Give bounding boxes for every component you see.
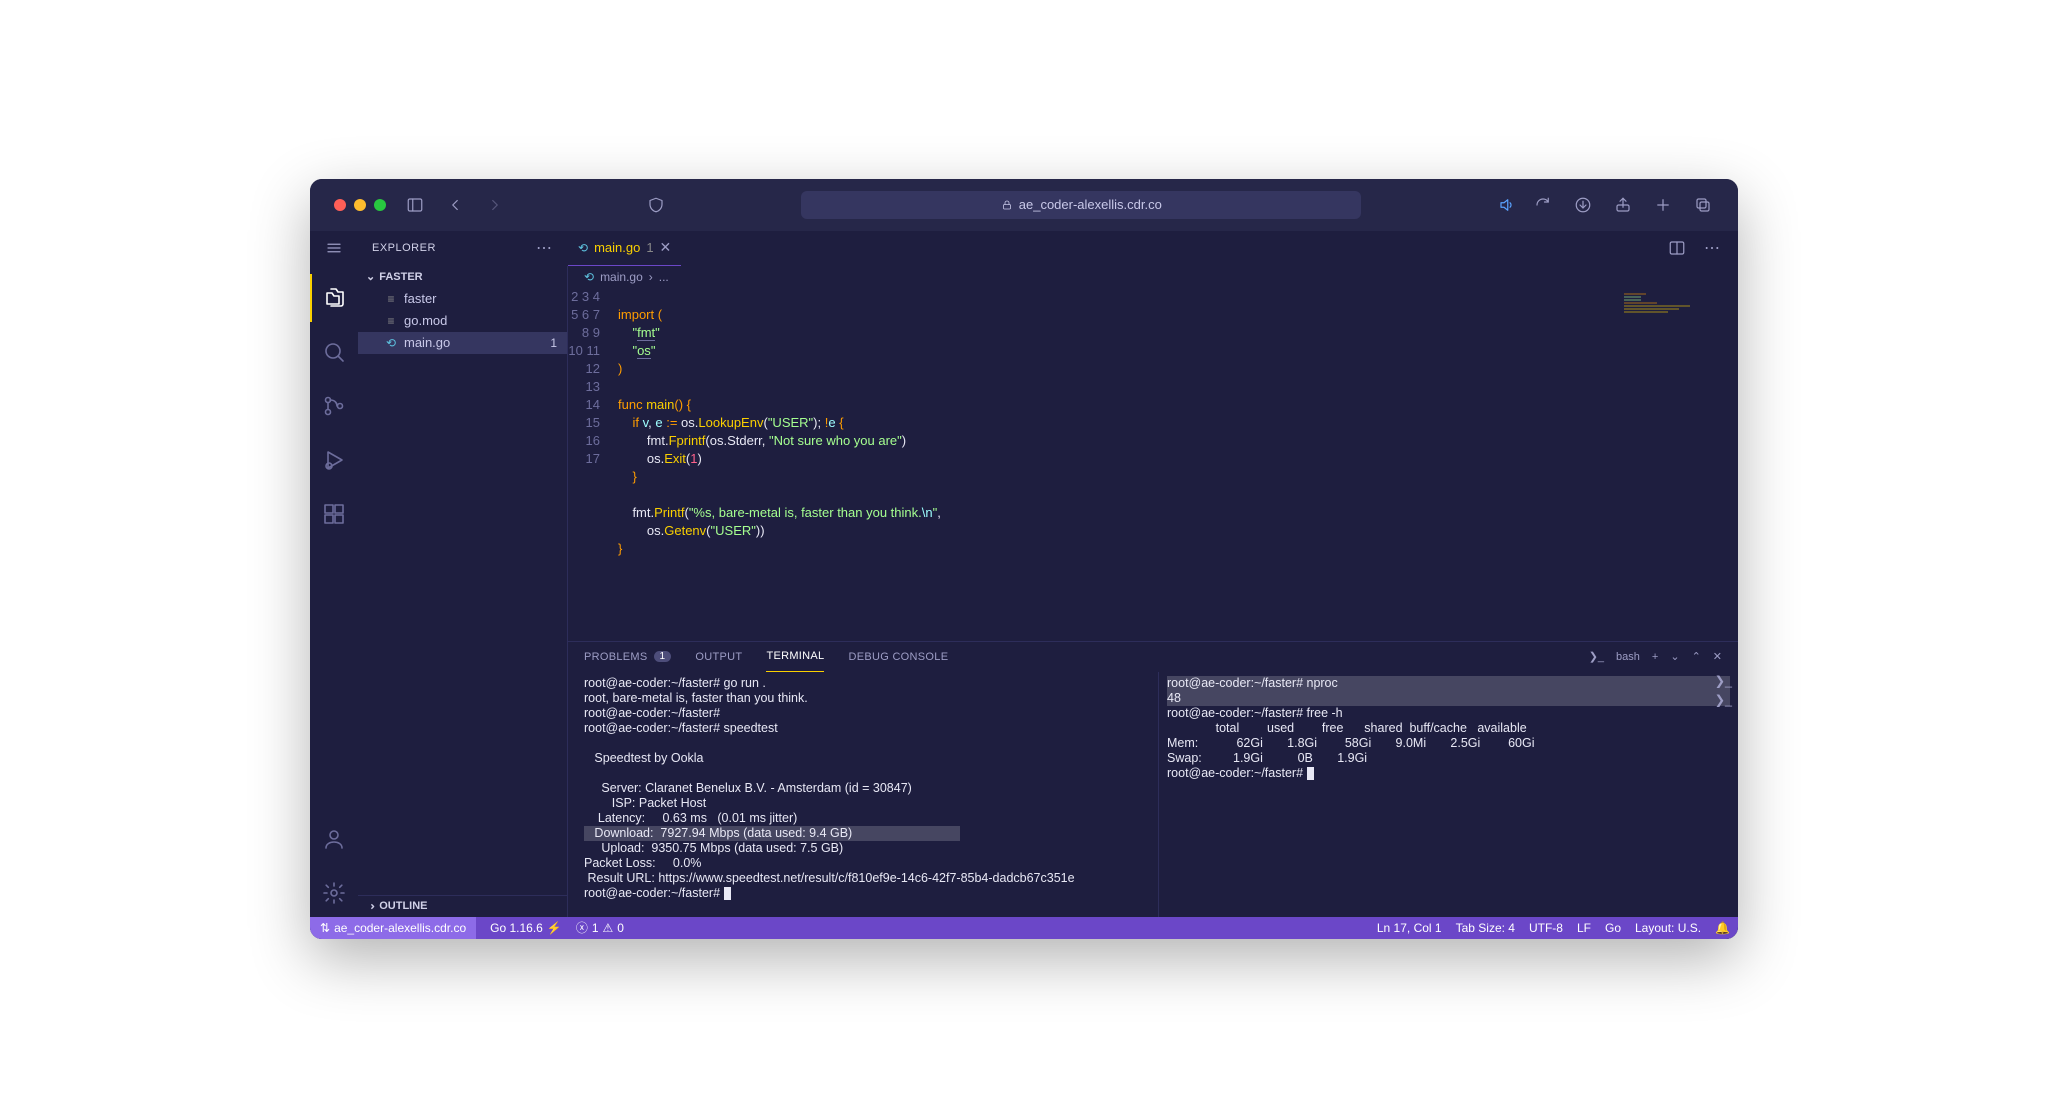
bell-icon[interactable]: 🔔 bbox=[1715, 921, 1730, 935]
lightning-icon: ⚡ bbox=[547, 921, 562, 935]
activity-bar bbox=[310, 266, 358, 917]
tabs-overview-icon[interactable] bbox=[1692, 194, 1714, 216]
file-label: faster bbox=[404, 291, 437, 306]
language-mode[interactable]: Go bbox=[1605, 921, 1621, 935]
folder-name: FASTER bbox=[379, 271, 422, 283]
explorer-title: EXPLORER bbox=[372, 242, 436, 254]
keyboard-layout[interactable]: Layout: U.S. bbox=[1635, 921, 1701, 935]
sidebar-toggle-icon[interactable] bbox=[404, 194, 426, 216]
tab-filename: main.go bbox=[594, 240, 640, 255]
problems-status[interactable]: ⓧ 1 ⚠ 0 bbox=[576, 919, 624, 936]
remote-indicator[interactable]: ⇅ ae_coder-alexellis.cdr.co bbox=[310, 917, 476, 939]
go-version[interactable]: Go 1.16.6 ⚡ bbox=[490, 921, 562, 935]
download-icon[interactable] bbox=[1572, 194, 1594, 216]
maximize-window-button[interactable] bbox=[374, 199, 386, 211]
extensions-icon[interactable] bbox=[310, 490, 358, 538]
reload-button[interactable] bbox=[1532, 194, 1554, 216]
file-main-go[interactable]: ⟲ main.go 1 bbox=[358, 332, 567, 354]
explorer-header: EXPLORER ⋯ bbox=[358, 231, 568, 266]
code-content[interactable]: import ( "fmt" "os" ) func main() { if v… bbox=[618, 288, 1738, 641]
go-file-icon: ⟲ bbox=[584, 270, 594, 284]
new-terminal-icon[interactable]: + bbox=[1652, 651, 1658, 663]
minimize-window-button[interactable] bbox=[354, 199, 366, 211]
error-icon: ⓧ bbox=[576, 919, 588, 936]
source-control-icon[interactable] bbox=[310, 382, 358, 430]
file-icon: ≡ bbox=[384, 292, 398, 306]
file-go-mod[interactable]: ≡ go.mod bbox=[358, 310, 567, 332]
close-window-button[interactable] bbox=[334, 199, 346, 211]
download-line-highlight: Download: 7927.94 Mbps (data used: 9.4 G… bbox=[584, 826, 960, 841]
chevron-right-icon: › bbox=[649, 270, 653, 284]
menu-button[interactable] bbox=[310, 231, 358, 266]
chevron-down-icon: ⌄ bbox=[366, 270, 375, 283]
chevron-right-icon: ⌄ bbox=[364, 901, 377, 910]
tab-main-go[interactable]: ⟲ main.go 1 ✕ bbox=[568, 231, 681, 266]
tab-output[interactable]: OUTPUT bbox=[695, 642, 742, 672]
shield-icon[interactable] bbox=[645, 194, 667, 216]
cursor-position[interactable]: Ln 17, Col 1 bbox=[1377, 921, 1442, 935]
sidebar: ⌄ FASTER ≡ faster ≡ go.mod ⟲ main.go 1 bbox=[358, 266, 568, 917]
shell-name: bash bbox=[1616, 651, 1640, 663]
new-tab-icon[interactable] bbox=[1652, 194, 1674, 216]
terminal-shell-icon[interactable]: ❯_ bbox=[1589, 650, 1604, 663]
line-gutter: 2 3 4 5 6 7 8 9 10 11 12 13 14 15 16 17 bbox=[568, 288, 618, 641]
terminal-pane-icon[interactable]: ❯_ bbox=[1715, 693, 1732, 708]
tab-problems[interactable]: PROBLEMS 1 bbox=[584, 642, 671, 672]
outline-header[interactable]: ⌄ OUTLINE bbox=[358, 895, 567, 917]
traffic-lights bbox=[334, 199, 386, 211]
explorer-more-icon[interactable]: ⋯ bbox=[536, 238, 554, 258]
debug-icon[interactable] bbox=[310, 436, 358, 484]
file-badge: 1 bbox=[550, 336, 557, 350]
close-panel-icon[interactable]: ✕ bbox=[1713, 650, 1722, 663]
back-button[interactable] bbox=[444, 194, 466, 216]
bottom-panel: PROBLEMS 1 OUTPUT TERMINAL DEBUG CONSOLE… bbox=[568, 641, 1738, 917]
editor-more-icon[interactable]: ⋯ bbox=[1704, 238, 1722, 258]
tab-problem-count: 1 bbox=[646, 240, 653, 255]
selection-highlight: root@ae-coder:~/faster# nproc 48 bbox=[1167, 676, 1730, 706]
file-icon: ≡ bbox=[384, 314, 398, 328]
breadcrumb-file: main.go bbox=[600, 270, 643, 284]
url-text: ae_coder-alexellis.cdr.co bbox=[1019, 197, 1162, 212]
problems-badge: 1 bbox=[654, 651, 672, 662]
share-icon[interactable] bbox=[1612, 194, 1634, 216]
panel-tabs: PROBLEMS 1 OUTPUT TERMINAL DEBUG CONSOLE… bbox=[568, 642, 1738, 672]
tab-size[interactable]: Tab Size: 4 bbox=[1456, 921, 1515, 935]
audio-icon[interactable] bbox=[1496, 194, 1518, 216]
explorer-icon[interactable] bbox=[310, 274, 358, 322]
split-editor-icon[interactable] bbox=[1666, 237, 1688, 259]
terminal-pane-icon[interactable]: ❯_ bbox=[1715, 674, 1732, 689]
cursor bbox=[724, 887, 731, 900]
minimap[interactable] bbox=[1624, 292, 1734, 332]
cursor bbox=[1307, 767, 1314, 780]
statusbar: ⇅ ae_coder-alexellis.cdr.co Go 1.16.6 ⚡ … bbox=[310, 917, 1738, 939]
file-label: go.mod bbox=[404, 313, 447, 328]
file-label: main.go bbox=[404, 335, 450, 350]
file-faster[interactable]: ≡ faster bbox=[358, 288, 567, 310]
terminal-dropdown-icon[interactable]: ⌄ bbox=[1670, 650, 1679, 663]
breadcrumb-rest: ... bbox=[659, 270, 669, 284]
remote-icon: ⇅ bbox=[320, 921, 330, 935]
terminal-2[interactable]: root@ae-coder:~/faster# nproc 48 root@ae… bbox=[1158, 672, 1738, 917]
go-file-icon: ⟲ bbox=[578, 241, 588, 255]
forward-button[interactable] bbox=[484, 194, 506, 216]
folder-header[interactable]: ⌄ FASTER bbox=[358, 266, 567, 288]
settings-gear-icon[interactable] bbox=[310, 869, 358, 917]
outline-label: OUTLINE bbox=[379, 900, 427, 912]
go-file-icon: ⟲ bbox=[384, 336, 398, 350]
encoding[interactable]: UTF-8 bbox=[1529, 921, 1563, 935]
breadcrumb[interactable]: ⟲ main.go › ... bbox=[568, 266, 1738, 288]
tab-debug-console[interactable]: DEBUG CONSOLE bbox=[848, 642, 948, 672]
close-tab-icon[interactable]: ✕ bbox=[660, 239, 672, 256]
url-bar[interactable]: ae_coder-alexellis.cdr.co bbox=[801, 191, 1361, 219]
tab-terminal[interactable]: TERMINAL bbox=[766, 642, 824, 672]
terminal-1[interactable]: root@ae-coder:~/faster# go run . root, b… bbox=[568, 672, 1158, 917]
browser-titlebar: ae_coder-alexellis.cdr.co bbox=[310, 179, 1738, 231]
search-icon[interactable] bbox=[310, 328, 358, 376]
warning-icon: ⚠ bbox=[603, 921, 614, 935]
eol[interactable]: LF bbox=[1577, 921, 1591, 935]
account-icon[interactable] bbox=[310, 815, 358, 863]
code-editor[interactable]: 2 3 4 5 6 7 8 9 10 11 12 13 14 15 16 17 … bbox=[568, 288, 1738, 641]
maximize-panel-icon[interactable]: ⌃ bbox=[1692, 650, 1701, 663]
